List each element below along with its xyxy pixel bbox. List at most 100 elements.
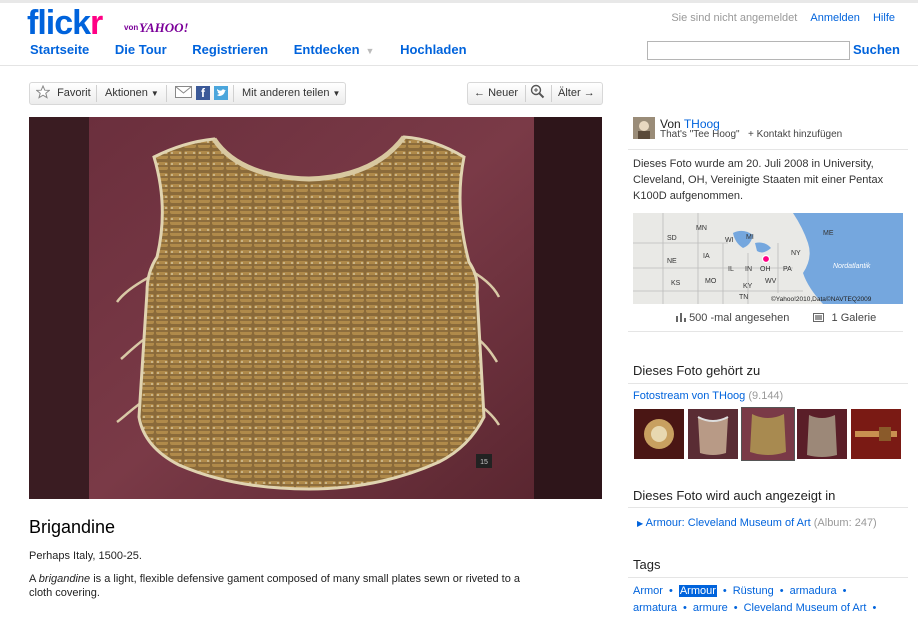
map-credit: ©Yahoo!2010,Data©NAVTEQ2009: [771, 295, 872, 303]
share-menu[interactable]: Mit anderen teilen ▼: [242, 83, 340, 104]
main-photo[interactable]: 15: [29, 117, 602, 499]
gallery-icon: [813, 313, 825, 322]
logo-r: r: [90, 4, 103, 42]
zoom-icon: [530, 84, 545, 99]
nav-home[interactable]: Startseite: [30, 42, 89, 57]
arrow-right-icon: →: [583, 87, 595, 99]
gallery-count[interactable]: 1 Galerie: [832, 312, 877, 324]
map-label-me: ME: [823, 230, 834, 237]
toolbar-divider: [166, 85, 167, 102]
avatar[interactable]: [633, 117, 655, 139]
facebook-icon: f: [196, 86, 210, 100]
owner-nickname: That's "Tee Hoog": [660, 129, 740, 140]
chevron-down-icon[interactable]: ▼: [366, 46, 375, 56]
flickr-logo[interactable]: flickr von YAHOO!: [27, 4, 189, 42]
map-image: SD MN WI MI NY ME NE IA IL IN OH PA KS M…: [633, 213, 903, 304]
newer-button[interactable]: ← Neuer: [474, 83, 518, 104]
views-icon: [676, 313, 686, 322]
divider: [628, 383, 908, 384]
divider: [628, 577, 908, 578]
twitter-share-button[interactable]: [214, 86, 228, 101]
map-label-ny: NY: [791, 250, 801, 257]
tag-link[interactable]: Rüstung: [733, 585, 774, 597]
photo-description: A brigandine is a light, flexible defens…: [29, 572, 529, 600]
views-count: 500 -mal angesehen: [689, 312, 790, 324]
older-label: Älter: [558, 87, 581, 99]
nav-upload[interactable]: Hochladen: [400, 42, 466, 57]
map-label-ky: KY: [743, 283, 753, 290]
photostream-thumb[interactable]: [634, 409, 684, 459]
nav-tour[interactable]: Die Tour: [115, 42, 167, 57]
map-label-ks: KS: [671, 280, 681, 287]
desc-term: brigandine: [38, 573, 91, 585]
tag-link[interactable]: armatura: [633, 602, 677, 614]
logo-yahoo: YAHOO!: [139, 20, 189, 35]
map-label-ia: IA: [703, 253, 710, 260]
owner-subline: That's "Tee Hoog" + Kontakt hinzufügen: [660, 129, 842, 140]
taken-info: Dieses Foto wurde am 20. Juli 2008 in Un…: [633, 158, 884, 202]
photostream-thumb-current[interactable]: [741, 407, 795, 461]
older-button[interactable]: Älter →: [558, 83, 595, 104]
photostream-count: (9.144): [748, 390, 784, 402]
photostream-thumb[interactable]: [688, 409, 738, 459]
logo-von: von: [124, 23, 139, 32]
main-nav: Startseite Die Tour Registrieren Entdeck…: [30, 42, 489, 57]
chevron-down-icon: ▼: [332, 89, 341, 98]
newer-label: Neuer: [488, 87, 519, 99]
actions-label: Aktionen: [105, 87, 148, 99]
tag-link-selected[interactable]: Armour: [678, 585, 717, 597]
logo-flickr: flickr: [27, 4, 103, 42]
location-pin-icon: [761, 254, 771, 264]
photostream-link[interactable]: Fotostream von THoog: [633, 390, 745, 402]
location-map[interactable]: SD MN WI MI NY ME NE IA IL IN OH PA KS M…: [633, 213, 903, 304]
arrow-left-icon: ←: [474, 87, 485, 99]
account-links: Sie sind nicht angemeldet Anmelden Hilfe: [661, 12, 895, 24]
actions-menu[interactable]: Aktionen ▼: [105, 83, 159, 104]
share-label: Mit anderen teilen: [242, 87, 330, 99]
album-count: (Album: 247): [813, 517, 877, 529]
top-border: [0, 0, 918, 3]
nav-explore[interactable]: Entdecken: [294, 42, 360, 57]
zoom-button[interactable]: [530, 83, 545, 104]
triangle-right-icon: ▶: [637, 519, 644, 528]
star-icon: [35, 84, 51, 99]
tag-link[interactable]: Cleveland Museum of Art: [744, 602, 867, 614]
tag-link[interactable]: armadura: [790, 585, 837, 597]
also-heading: Dieses Foto wird auch angezeigt in: [633, 488, 836, 503]
header-divider: [0, 65, 918, 66]
placard-number: 15: [480, 459, 488, 466]
photostream-thumb[interactable]: [797, 409, 847, 459]
tag-link[interactable]: Armor: [633, 585, 663, 597]
album-item: ▶ Armour: Cleveland Museum of Art (Album…: [637, 517, 877, 529]
map-label-mi: MI: [746, 234, 754, 241]
toolbar-divider: [551, 85, 552, 102]
favorite-label: Favorit: [57, 87, 91, 99]
add-contact-link[interactable]: + Kontakt hinzufügen: [748, 129, 842, 140]
tags-heading: Tags: [633, 557, 661, 572]
desc-rest: is a light, flexible defensive gament co…: [29, 573, 520, 599]
photostream-line: Fotostream von THoog (9.144): [633, 390, 783, 402]
photo-nav-toolbar: ← Neuer Älter →: [467, 82, 603, 105]
search-button[interactable]: Suchen: [853, 42, 900, 57]
album-link[interactable]: Armour: Cleveland Museum of Art: [646, 517, 811, 529]
email-share-button[interactable]: [175, 83, 192, 104]
map-label-tn: TN: [739, 294, 748, 301]
photo-stats: 500 -mal angesehen 1 Galerie: [676, 312, 876, 324]
help-link[interactable]: Hilfe: [873, 12, 895, 24]
photo-title: Brigandine: [29, 517, 116, 537]
map-label-il: IL: [728, 266, 734, 273]
chevron-down-icon: ▼: [150, 89, 159, 98]
search-input[interactable]: [647, 41, 850, 60]
login-link[interactable]: Anmelden: [810, 12, 860, 24]
photostream-thumb[interactable]: [851, 409, 901, 459]
nav-register[interactable]: Registrieren: [192, 42, 268, 57]
tags-row-1: Armor • Armour • Rüstung • armadura •: [633, 585, 847, 597]
favorite-button[interactable]: Favorit: [35, 83, 91, 104]
toolbar-divider: [525, 85, 526, 102]
tag-link[interactable]: armure: [693, 602, 728, 614]
facebook-share-button[interactable]: f: [196, 86, 210, 101]
photo-toolbar: Favorit Aktionen ▼ f Mit anderen teilen …: [29, 82, 346, 105]
logo-flick: flick: [27, 4, 91, 42]
map-label-in: IN: [745, 266, 752, 273]
mail-icon: [175, 86, 192, 98]
